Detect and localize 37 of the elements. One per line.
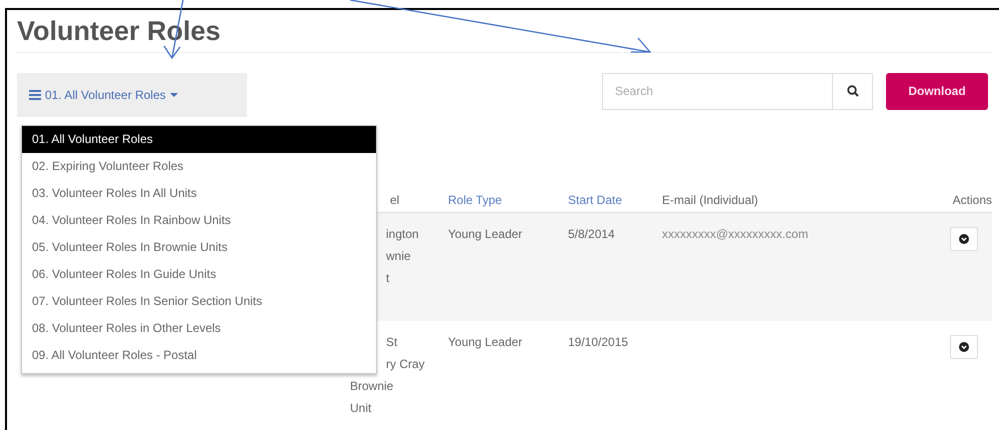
column-header: E-mail (Individual) [662, 192, 760, 206]
menu-item[interactable]: 08. Volunteer Roles in Other Levels [22, 315, 376, 342]
column-header: el [389, 192, 400, 206]
search-button[interactable] [832, 72, 873, 110]
menu-item[interactable]: 09. All Volunteer Roles - Postal [22, 342, 376, 369]
table-cell: Young Leader [448, 335, 522, 349]
table-cell: xxxxxxxxx@xxxxxxxxx.com [662, 227, 808, 241]
chevron-circle-icon [959, 234, 969, 244]
actions-button[interactable] [950, 227, 978, 251]
menu-item[interactable]: 05. Volunteer Roles In Brownie Units [22, 234, 376, 261]
column-header[interactable]: Role Type [448, 192, 568, 206]
list-icon [29, 90, 41, 100]
menu-item[interactable]: 03. Volunteer Roles In All Units [22, 180, 376, 207]
menu-item[interactable]: 06. Volunteer Roles In Guide Units [22, 261, 376, 288]
menu-item[interactable]: 04. Volunteer Roles In Rainbow Units [22, 207, 376, 234]
caret-icon [170, 93, 178, 97]
table-cell-text: Brownie [350, 378, 394, 395]
menu-item[interactable]: 02. Expiring Volunteer Roles [22, 153, 376, 180]
table-cell: 5/8/2014 [568, 227, 615, 241]
column-header: Actions [952, 192, 992, 206]
column-header[interactable]: Start Date [568, 192, 662, 206]
table-cell: Young Leader [448, 227, 522, 241]
chevron-circle-icon [959, 342, 969, 352]
table-cell-text: Unit [350, 400, 372, 417]
table-cell-text: ington [385, 226, 419, 243]
search-field[interactable]: Search [602, 72, 832, 110]
table-cell-text: wnie [385, 248, 411, 265]
menu-item[interactable]: 01. All Volunteer Roles [22, 126, 376, 153]
table-cell: 19/10/2015 [568, 335, 628, 349]
menu-item[interactable]: 07. Volunteer Roles In Senior Section Units [22, 288, 376, 315]
table-cell-text: t [385, 270, 390, 287]
actions-button[interactable] [950, 335, 978, 359]
download-button[interactable]: Download [886, 72, 988, 110]
filter-dropdown-button[interactable]: 01. All Volunteer Roles [17, 73, 247, 117]
search-icon [846, 85, 858, 97]
table-cell-text: St [385, 334, 398, 351]
table-cell-text: ry Cray [385, 356, 425, 373]
